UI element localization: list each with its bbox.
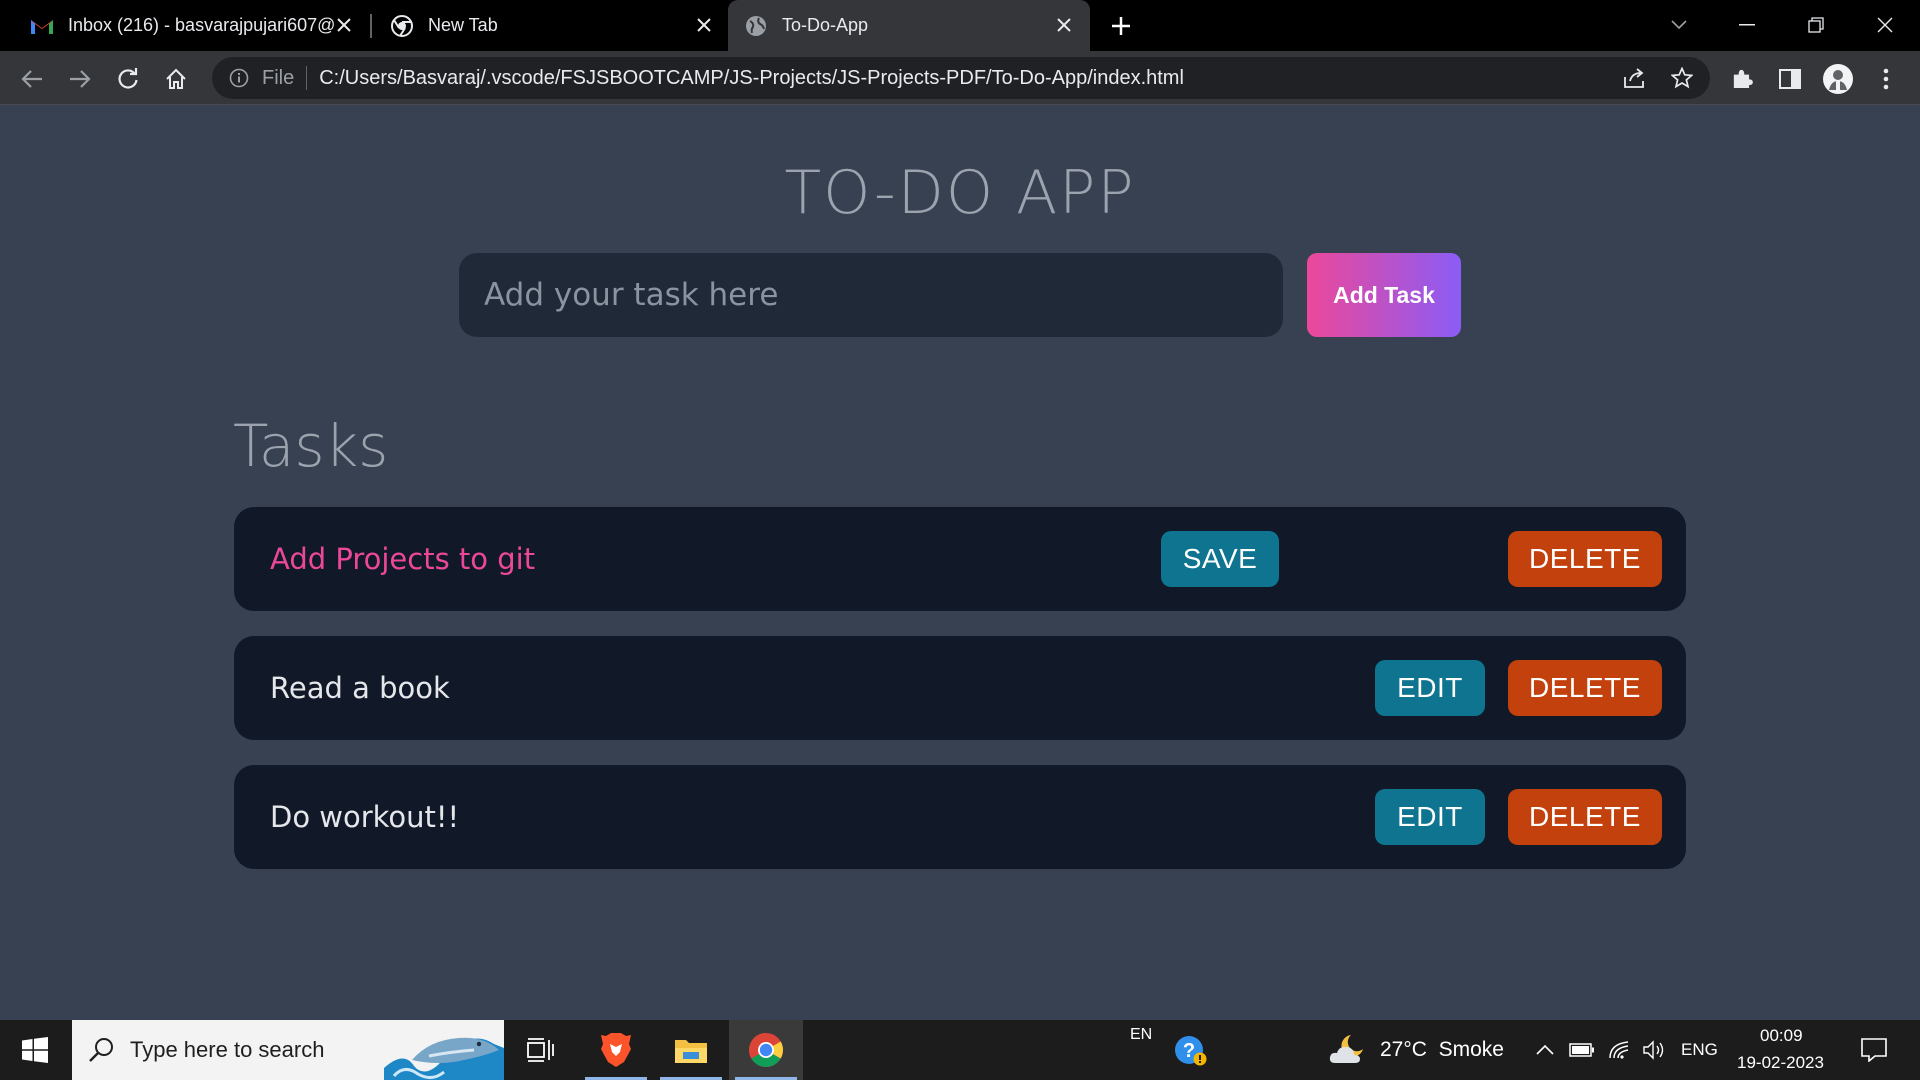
input-language-indicator[interactable]: EN (1130, 1026, 1152, 1044)
edit-button[interactable]: EDIT (1375, 789, 1485, 845)
restore-button[interactable] (1796, 8, 1836, 42)
tab-title: New Tab (428, 15, 498, 35)
new-tab-button[interactable] (1106, 11, 1136, 41)
clock[interactable]: 00:09 19-02-2023 (1734, 1024, 1830, 1076)
side-panel-icon[interactable] (1774, 63, 1806, 95)
share-icon[interactable] (1618, 62, 1650, 94)
globe-icon (744, 14, 768, 38)
search-placeholder: Type here to search (130, 1037, 325, 1062)
wifi-icon[interactable] (1604, 1020, 1636, 1080)
windows-start-button[interactable] (0, 1020, 70, 1080)
url-scheme-label: File (262, 66, 295, 89)
edit-button[interactable]: EDIT (1375, 660, 1485, 716)
task-item: Add Projects to git SAVE DELETE (234, 507, 1686, 611)
chrome-taskbar-icon[interactable] (729, 1020, 803, 1080)
help-icon[interactable]: ? (1156, 1020, 1226, 1080)
task-text-editing[interactable]: Add Projects to git (270, 507, 535, 611)
app-title: TO-DO APP (784, 158, 1136, 228)
tab-gmail-inbox[interactable]: Inbox (216) - basvarajpujari607@ (14, 0, 370, 51)
tab-separator (370, 14, 372, 38)
task-item: Read a book EDIT DELETE (234, 636, 1686, 740)
tab-title: Inbox (216) - basvarajpujari607@ (68, 15, 336, 35)
extensions-icon[interactable] (1726, 63, 1758, 95)
task-item: Do workout!! EDIT DELETE (234, 765, 1686, 869)
volume-icon[interactable] (1638, 1020, 1670, 1080)
delete-button[interactable]: DELETE (1508, 531, 1662, 587)
home-button[interactable] (160, 63, 192, 95)
address-bar[interactable]: File C:/Users/Basvaraj/.vscode/FSJSBOOTC… (212, 57, 1710, 99)
more-menu-icon[interactable] (1870, 63, 1902, 95)
delete-button[interactable]: DELETE (1508, 789, 1662, 845)
close-icon[interactable] (692, 13, 716, 37)
tab-title: To-Do-App (782, 15, 869, 35)
minimize-button[interactable] (1727, 8, 1767, 42)
weather-cloud-moon-icon[interactable] (1326, 1020, 1372, 1080)
todo-app-page: TO-DO APP Add Task Tasks Add Projects to… (0, 106, 1920, 1020)
windows-taskbar: Type here to search EN ? 27°C Smoke ENG … (0, 1020, 1920, 1080)
clock-time: 00:09 (1760, 1026, 1803, 1045)
task-text: Do workout!! (270, 800, 460, 834)
tab-search-chevron-icon[interactable] (1659, 8, 1699, 42)
bookmark-star-icon[interactable] (1666, 62, 1698, 94)
close-icon[interactable] (332, 13, 356, 37)
taskbar-search-box[interactable]: Type here to search (72, 1020, 504, 1080)
language-indicator[interactable]: ENG (1681, 1040, 1718, 1060)
close-icon[interactable] (1052, 13, 1076, 37)
task-view-icon[interactable] (503, 1020, 577, 1080)
tab-new-tab[interactable]: New Tab (374, 0, 730, 51)
brave-browser-icon[interactable] (579, 1020, 653, 1080)
add-task-button[interactable]: Add Task (1307, 253, 1461, 337)
svg-text:?: ? (1183, 1040, 1195, 1062)
tab-to-do-app[interactable]: To-Do-App (728, 0, 1090, 51)
omnibox-divider (306, 66, 308, 90)
chrome-icon (390, 14, 414, 38)
reload-button[interactable] (112, 63, 144, 95)
tasks-heading: Tasks (233, 412, 389, 480)
notifications-icon[interactable] (1852, 1020, 1896, 1080)
clock-date: 19-02-2023 (1737, 1053, 1824, 1072)
save-button[interactable]: SAVE (1161, 531, 1279, 587)
browser-tab-strip: Inbox (216) - basvarajpujari607@ New Tab… (0, 0, 1920, 51)
back-button[interactable] (16, 63, 48, 95)
task-input[interactable] (459, 253, 1283, 337)
url-text[interactable]: C:/Users/Basvaraj/.vscode/FSJSBOOTCAMP/J… (319, 67, 1184, 90)
weather-text[interactable]: 27°C Smoke (1380, 1038, 1504, 1062)
close-window-button[interactable] (1865, 8, 1905, 42)
info-icon[interactable] (226, 65, 252, 91)
battery-icon[interactable] (1566, 1020, 1598, 1080)
browser-toolbar: File C:/Users/Basvaraj/.vscode/FSJSBOOTC… (0, 51, 1920, 105)
windows-logo-icon (22, 1037, 48, 1063)
task-text: Read a book (270, 671, 450, 705)
search-icon (89, 1038, 113, 1062)
forward-button[interactable] (64, 63, 96, 95)
file-explorer-icon[interactable] (654, 1020, 728, 1080)
search-highlight-illustration (384, 1037, 504, 1080)
show-hidden-icons-chevron-icon[interactable] (1532, 1020, 1558, 1080)
profile-avatar[interactable] (1822, 63, 1854, 95)
delete-button[interactable]: DELETE (1508, 660, 1662, 716)
gmail-icon (30, 14, 54, 38)
